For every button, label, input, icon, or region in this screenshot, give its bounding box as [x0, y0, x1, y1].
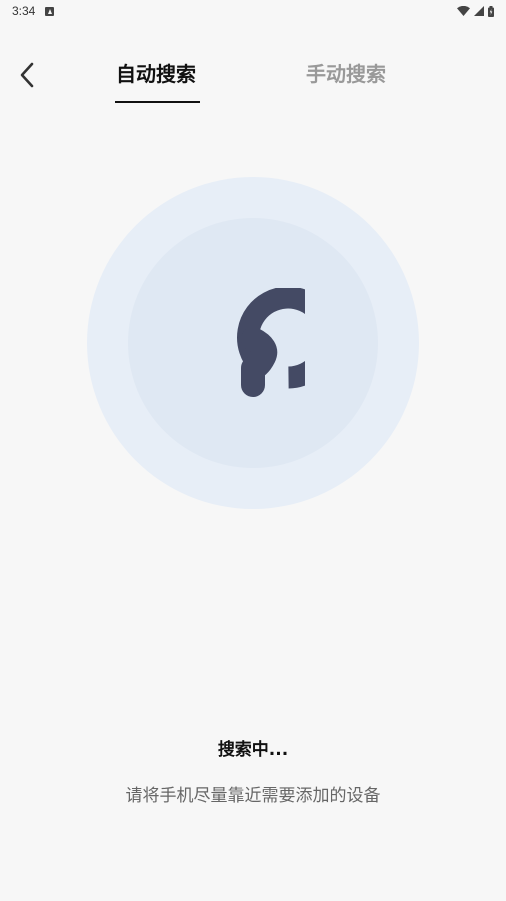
screen: 3:34 自动搜索 手动搜索 搜索中... 请将手机尽量靠近需要添加的设备 — [0, 0, 506, 901]
battery-icon — [488, 5, 494, 17]
tab-manual-search[interactable]: 手动搜索 — [306, 60, 386, 88]
status-time: 3:34 — [12, 4, 36, 18]
searching-status-text: 搜索中... — [217, 740, 289, 760]
wifi-icon — [457, 6, 470, 16]
chevron-left-icon — [20, 62, 34, 88]
back-button[interactable] — [12, 58, 42, 92]
search-hint-text: 请将手机尽量靠近需要添加的设备 — [125, 786, 381, 806]
status-left: 3:34 — [12, 4, 55, 18]
status-bar: 3:34 — [0, 0, 506, 22]
tab-indicator — [115, 101, 200, 103]
header: 自动搜索 手动搜索 — [0, 50, 506, 106]
signal-icon — [474, 6, 484, 16]
notification-app-icon — [45, 6, 55, 16]
tab-auto-search[interactable]: 自动搜索 — [116, 60, 196, 88]
status-right — [457, 5, 494, 17]
brand-logo-icon — [237, 288, 305, 397]
